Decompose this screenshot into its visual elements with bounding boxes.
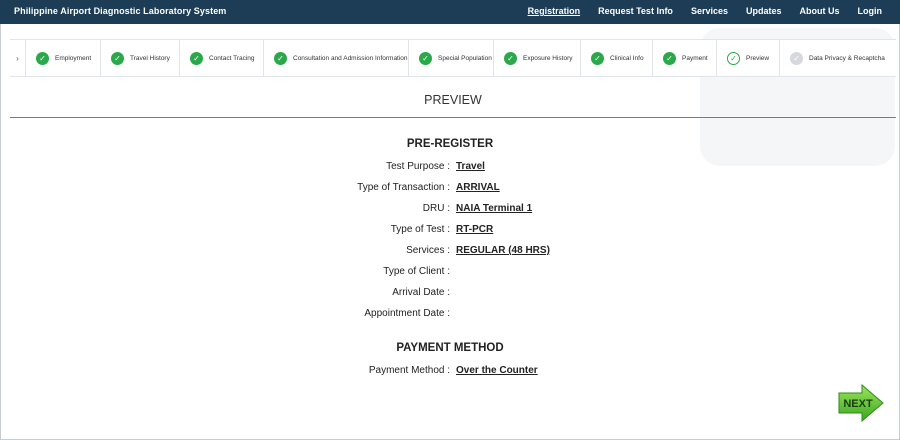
field-row-payment-method: Payment Method : Over the Counter	[0, 365, 900, 381]
field-label: Payment Method :	[368, 365, 450, 376]
field-label: Services :	[406, 245, 450, 256]
steps-scroll-left[interactable]: ›	[10, 40, 26, 76]
check-circle-icon: ✓	[111, 51, 124, 65]
field-row-transaction-type: Type of Transaction : ARRIVAL	[0, 182, 900, 198]
field-label: Arrival Date :	[392, 287, 450, 298]
field-value: Travel	[456, 161, 485, 172]
step-preview[interactable]: ✓ Preview	[717, 40, 780, 76]
field-label: Type of Transaction :	[357, 182, 450, 193]
nav-request-test-info[interactable]: Request Test Info	[598, 6, 673, 16]
next-label: NEXT	[843, 398, 873, 410]
field-label: Test Purpose :	[386, 161, 450, 172]
step-payment[interactable]: ✓ Payment	[653, 40, 717, 76]
section-title-payment: PAYMENT METHOD	[396, 342, 504, 354]
next-button[interactable]: NEXT	[838, 384, 884, 422]
field-label: Type of Test :	[390, 224, 450, 235]
main-nav: Registration Request Test Info Services …	[528, 6, 882, 16]
check-circle-outline-icon: ✓	[727, 51, 740, 65]
check-circle-icon: ✓	[504, 51, 517, 65]
nav-registration[interactable]: Registration	[528, 6, 581, 16]
nav-login[interactable]: Login	[858, 6, 883, 16]
field-row-appointment-date: Appointment Date :	[0, 308, 900, 324]
field-row-client-type: Type of Client :	[0, 266, 900, 282]
step-data-privacy[interactable]: ✓ Data Privacy & Recaptcha	[780, 40, 892, 76]
chevron-left-icon: ›	[16, 53, 19, 63]
step-clinical-info[interactable]: ✓ Clinical Info	[581, 40, 653, 76]
check-circle-icon: ✓	[591, 51, 604, 65]
progress-steps: › ✓ Employment ✓ Travel History ✓ Contact T…	[10, 39, 896, 77]
field-value: NAIA Terminal 1	[456, 203, 533, 214]
nav-about-us[interactable]: About Us	[800, 6, 840, 16]
field-row-dru: DRU : NAIA Terminal 1	[0, 203, 900, 219]
field-label: Appointment Date :	[364, 308, 450, 319]
field-label: Type of Client :	[383, 266, 450, 277]
title-divider	[10, 117, 896, 118]
field-label: DRU :	[422, 203, 450, 214]
nav-services[interactable]: Services	[691, 6, 728, 16]
nav-updates[interactable]: Updates	[746, 6, 782, 16]
field-row-services: Services : REGULAR (48 HRS)	[0, 245, 900, 261]
check-circle-icon: ✓	[36, 51, 49, 65]
field-value: ARRIVAL	[456, 182, 500, 193]
check-circle-icon: ✓	[274, 51, 287, 65]
field-row-test-purpose: Test Purpose : Travel	[0, 161, 900, 177]
check-circle-icon: ✓	[663, 51, 676, 65]
step-exposure-history[interactable]: ✓ Exposure History	[494, 40, 581, 76]
field-row-arrival-date: Arrival Date :	[0, 287, 900, 303]
page-title: PREVIEW	[424, 93, 482, 107]
section-title-preregister: PRE-REGISTER	[406, 138, 494, 150]
check-circle-gray-icon: ✓	[790, 51, 803, 65]
check-circle-icon: ✓	[190, 51, 203, 65]
brand-title: Philippine Airport Diagnostic Laboratory…	[14, 6, 227, 16]
step-contact-tracing[interactable]: ✓ Contact Tracing	[180, 40, 264, 76]
check-circle-icon: ✓	[419, 51, 432, 65]
step-employment[interactable]: ✓ Employment	[26, 40, 101, 76]
field-value: Over the Counter	[456, 365, 538, 376]
step-travel-history[interactable]: ✓ Travel History	[101, 40, 180, 76]
field-row-test-type: Type of Test : RT-PCR	[0, 224, 900, 240]
step-consultation-admission[interactable]: ✓ Consultation and Admission Information	[264, 40, 409, 76]
field-value: RT-PCR	[456, 224, 494, 235]
step-special-population[interactable]: ✓ Special Population	[409, 40, 494, 76]
top-navbar: Philippine Airport Diagnostic Laboratory…	[0, 0, 900, 24]
field-value: REGULAR (48 HRS)	[456, 245, 550, 256]
